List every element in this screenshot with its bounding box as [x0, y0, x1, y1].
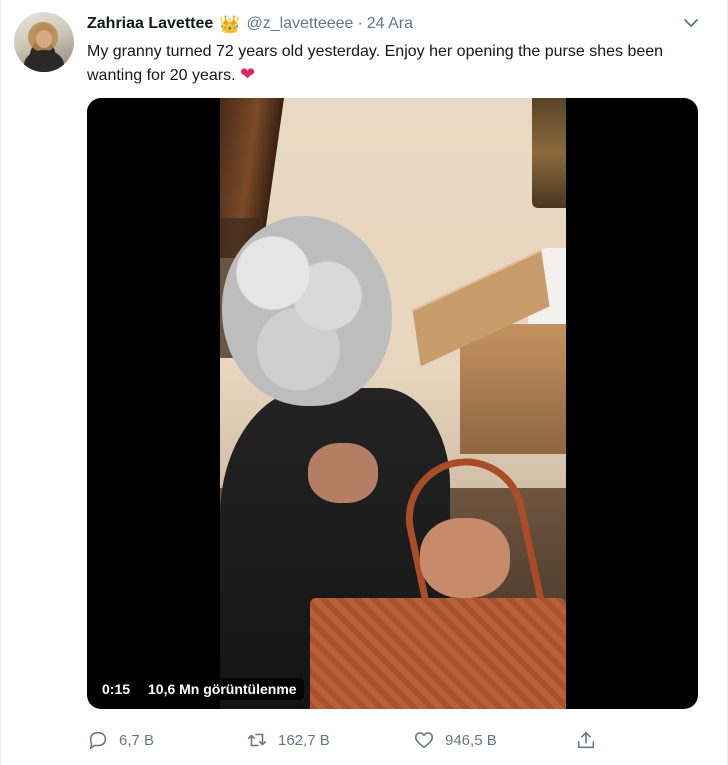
tweet-date[interactable]: 24 Ara: [367, 15, 413, 33]
video-view-count: 10,6 Mn görüntülenme: [141, 678, 304, 700]
author-handle[interactable]: @z_lavetteeee: [246, 15, 353, 33]
tweet[interactable]: Zahriaa Lavettee 👑 @z_lavetteeee · 24 Ar…: [0, 0, 728, 765]
reply-icon: [89, 731, 107, 750]
tweet-actions: 6,7 B 162,7 B 946,5 B: [87, 728, 607, 752]
retweet-icon: [247, 733, 267, 747]
scene-person-hair: [222, 216, 392, 406]
author-name[interactable]: Zahriaa Lavettee: [87, 15, 213, 33]
scene-hand-right: [420, 518, 510, 598]
like-count: 946,5 B: [445, 731, 497, 749]
reply-button[interactable]: 6,7 B: [87, 728, 154, 752]
avatar[interactable]: [14, 12, 74, 72]
tweet-body: My granny turned 72 years old yesterday.…: [87, 43, 664, 84]
crown-emoji: 👑: [219, 14, 241, 34]
share-icon: [577, 731, 595, 749]
video-frame[interactable]: [220, 98, 566, 709]
tweet-header: Zahriaa Lavettee 👑 @z_lavetteeee · 24 Ar…: [87, 14, 413, 34]
separator-dot: ·: [357, 15, 363, 32]
share-button[interactable]: [575, 728, 607, 752]
retweet-button[interactable]: 162,7 B: [246, 728, 330, 752]
video-timestamp: 0:15: [95, 678, 138, 700]
chevron-down-icon[interactable]: [683, 16, 699, 30]
heart-icon: [414, 732, 434, 749]
video-player[interactable]: 0:15 10,6 Mn görüntülenme: [87, 98, 698, 709]
scene-hand: [308, 443, 378, 503]
scene-purse: [310, 598, 566, 709]
retweet-count: 162,7 B: [278, 731, 330, 749]
tweet-text: My granny turned 72 years old yesterday.…: [87, 40, 697, 87]
reply-count: 6,7 B: [119, 731, 155, 749]
scene-picture-frame: [532, 98, 566, 208]
avatar-body: [24, 50, 64, 72]
scene-box: [460, 324, 566, 454]
like-button[interactable]: 946,5 B: [413, 728, 497, 752]
heart-emoji: ❤: [239, 64, 256, 84]
avatar-face: [36, 30, 52, 48]
